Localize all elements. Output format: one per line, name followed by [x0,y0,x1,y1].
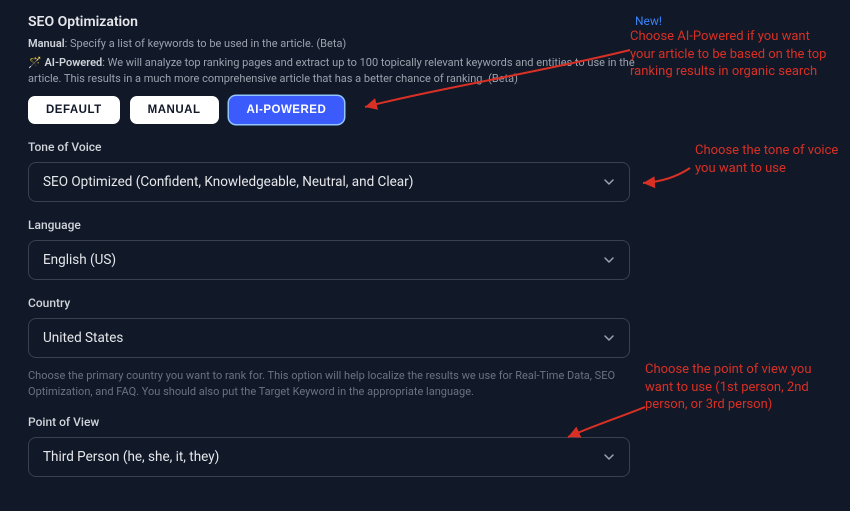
manual-label: Manual [28,37,65,50]
language-value: English (US) [43,252,116,268]
annotation-ai-powered: Choose AI-Powered if you want your artic… [630,28,835,81]
tone-value: SEO Optimized (Confident, Knowledgeable,… [43,174,413,190]
chevron-down-icon [603,176,615,188]
wand-icon: 🪄 [28,56,42,69]
chevron-down-icon [603,254,615,266]
tone-label: Tone of Voice [28,140,662,154]
country-help-text: Choose the primary country you want to r… [28,368,618,399]
section-title: SEO Optimization [28,14,138,30]
pov-select[interactable]: Third Person (he, she, it, they) [28,437,630,477]
country-value: United States [43,330,123,346]
manual-description: Manual: Specify a list of keywords to be… [28,36,662,51]
pov-label: Point of View [28,415,662,429]
country-label: Country [28,296,662,310]
ai-description: 🪄 AI-Powered: We will analyze top rankin… [28,55,662,86]
language-label: Language [28,218,662,232]
tab-ai-powered[interactable]: AI-POWERED [229,96,345,124]
section-header: SEO Optimization New! [28,14,662,30]
chevron-down-icon [603,451,615,463]
tab-manual[interactable]: MANUAL [130,96,219,124]
ai-powered-text: : We will analyze top ranking pages and … [28,56,635,84]
seo-settings-panel: SEO Optimization New! Manual: Specify a … [0,0,690,511]
ai-powered-label: AI-Powered [44,56,102,69]
tab-default[interactable]: DEFAULT [28,96,120,124]
pov-value: Third Person (he, she, it, they) [43,449,219,465]
tone-select[interactable]: SEO Optimized (Confident, Knowledgeable,… [28,162,630,202]
annotation-pov: Choose the point of view you want to use… [645,361,840,414]
manual-text: : Specify a list of keywords to be used … [65,37,347,50]
language-select[interactable]: English (US) [28,240,630,280]
chevron-down-icon [603,332,615,344]
new-badge: New! [635,14,662,28]
mode-tabs: DEFAULT MANUAL AI-POWERED [28,96,662,124]
annotation-tone: Choose the tone of voice you want to use [695,142,845,177]
country-select[interactable]: United States [28,318,630,358]
